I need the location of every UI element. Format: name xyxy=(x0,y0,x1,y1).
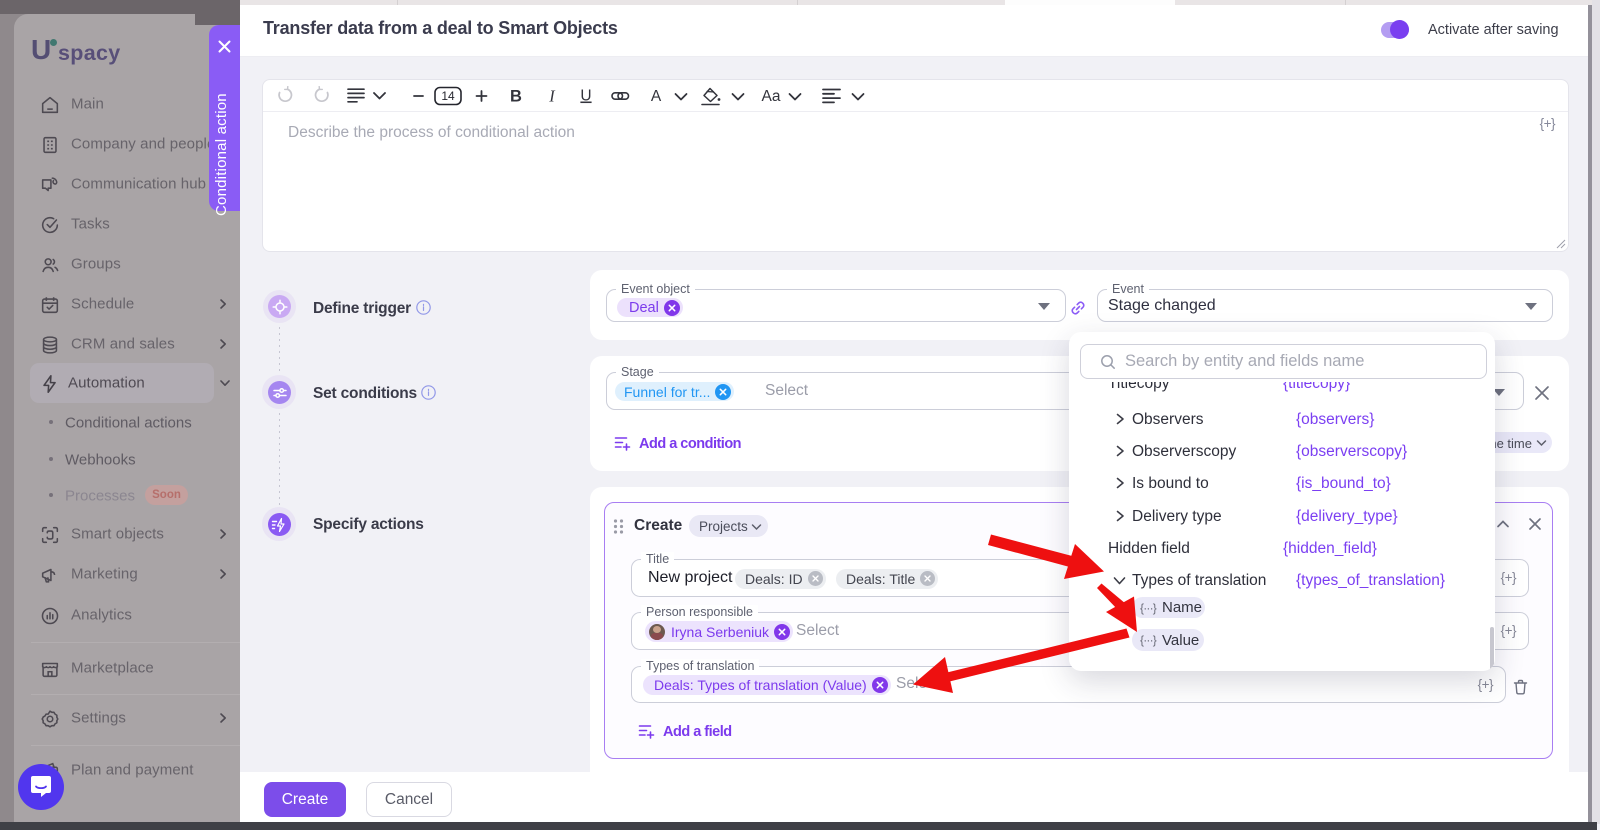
svg-text:B: B xyxy=(510,88,522,106)
svg-text:14: 14 xyxy=(441,89,455,103)
svg-text:U: U xyxy=(580,88,591,105)
svg-text:Aa: Aa xyxy=(762,88,781,105)
svg-text:A: A xyxy=(651,88,662,105)
svg-text:I: I xyxy=(548,87,556,106)
